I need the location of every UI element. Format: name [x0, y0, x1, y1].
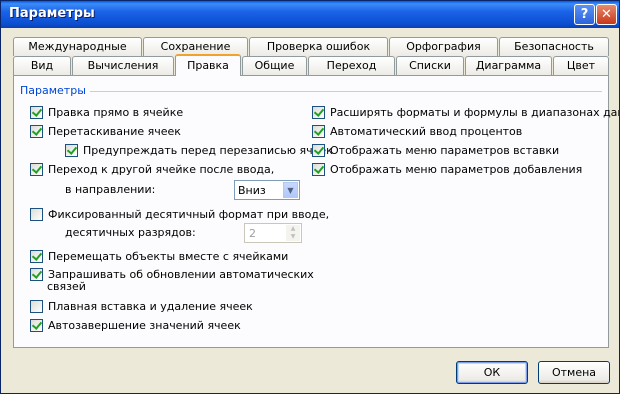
tab-color[interactable]: Цвет [553, 56, 609, 75]
tab-error-checking[interactable]: Проверка ошибок [249, 37, 388, 56]
extend-formats-label: Расширять форматы и формулы в диапазонах… [330, 105, 620, 119]
fixed-decimal-label: Фиксированный десятичный формат при ввод… [48, 207, 330, 221]
paste-options-menu-checkbox[interactable] [312, 143, 325, 157]
drag-and-drop-option[interactable]: Перетаскивание ячеек [30, 124, 181, 138]
spinner-arrows-icon[interactable]: ▲ ▼ [286, 225, 300, 241]
insert-options-menu-option[interactable]: Отображать меню параметров добавления [312, 162, 582, 176]
window-title: Параметры [9, 6, 95, 21]
cut-copy-sort-objects-option[interactable]: Перемещать объекты вместе с ячейками [30, 249, 288, 263]
tab-general[interactable]: Общие [242, 56, 307, 75]
decimal-places-spinner[interactable]: 2 ▲ ▼ [244, 223, 302, 243]
paste-options-menu-label: Отображать меню параметров вставки [330, 143, 560, 157]
tab-calculation[interactable]: Вычисления [72, 56, 174, 75]
fixed-decimal-checkbox[interactable] [30, 207, 43, 221]
ask-update-links-label: Запрашивать об обновлении автоматических [48, 267, 314, 281]
direction-value: Вниз [238, 184, 266, 197]
direction-select[interactable]: Вниз ▼ [234, 180, 300, 200]
ask-update-links-checkbox[interactable] [30, 267, 43, 281]
alert-before-overwrite-checkbox[interactable] [65, 143, 78, 157]
edit-directly-in-cell-option[interactable]: Правка прямо в ячейке [30, 105, 183, 119]
group-label: Параметры [20, 84, 90, 97]
edit-directly-in-cell-checkbox[interactable] [30, 105, 43, 119]
tab-edit[interactable]: Правка [175, 54, 241, 76]
drag-and-drop-checkbox[interactable] [30, 124, 43, 138]
auto-percent-entry-checkbox[interactable] [312, 124, 325, 138]
tab-transition[interactable]: Переход [308, 56, 395, 75]
ask-update-links-option[interactable]: Запрашивать об обновлении автоматических [30, 267, 314, 281]
cut-copy-sort-objects-label: Перемещать объекты вместе с ячейками [48, 249, 289, 263]
direction-label: в направлении: [65, 183, 156, 196]
autocomplete-checkbox[interactable] [30, 318, 43, 332]
close-button[interactable]: ✕ [596, 4, 617, 25]
smooth-insert-delete-option[interactable]: Плавная вставка и удаление ячеек [30, 299, 253, 313]
edit-directly-in-cell-label: Правка прямо в ячейке [48, 105, 184, 119]
move-after-enter-option[interactable]: Переход к другой ячейке после ввода, [30, 162, 274, 176]
smooth-insert-delete-checkbox[interactable] [30, 299, 43, 313]
tab-custom-lists[interactable]: Списки [396, 56, 464, 75]
cut-copy-sort-objects-checkbox[interactable] [30, 249, 43, 263]
insert-options-menu-checkbox[interactable] [312, 162, 325, 176]
title-bar[interactable]: Параметры ? ✕ [1, 1, 619, 28]
group-divider [72, 91, 602, 92]
drag-and-drop-label: Перетаскивание ячеек [48, 124, 181, 138]
autocomplete-option[interactable]: Автозавершение значений ячеек [30, 318, 241, 332]
alert-before-overwrite-option[interactable]: Предупреждать перед перезаписью ячеек [65, 143, 333, 157]
extend-formats-checkbox[interactable] [312, 105, 325, 119]
move-after-enter-checkbox[interactable] [30, 162, 43, 176]
decimal-places-label: десятичных разрядов: [65, 226, 196, 239]
auto-percent-entry-label: Автоматический ввод процентов [330, 124, 523, 138]
decimal-places-value: 2 [249, 227, 256, 240]
tab-row-top: Международные Сохранение Проверка ошибок… [13, 37, 609, 56]
tab-spelling[interactable]: Орфография [389, 37, 498, 56]
tab-security[interactable]: Безопасность [499, 37, 609, 56]
tab-chart[interactable]: Диаграмма [465, 56, 552, 75]
tab-view[interactable]: Вид [13, 56, 71, 75]
cancel-button[interactable]: Отмена [538, 361, 610, 384]
tab-row-bottom: Вид Вычисления Правка Общие Переход Спис… [13, 54, 609, 76]
insert-options-menu-label: Отображать меню параметров добавления [330, 162, 583, 176]
options-dialog: Параметры ? ✕ Международные Сохранение П… [0, 0, 620, 394]
smooth-insert-delete-label: Плавная вставка и удаление ячеек [48, 299, 253, 313]
ask-update-links-label-line2: связей [47, 280, 86, 293]
alert-before-overwrite-label: Предупреждать перед перезаписью ячеек [83, 143, 333, 157]
fixed-decimal-option[interactable]: Фиксированный десятичный формат при ввод… [30, 207, 329, 221]
move-after-enter-label: Переход к другой ячейке после ввода, [48, 162, 275, 176]
autocomplete-label: Автозавершение значений ячеек [48, 318, 241, 332]
chevron-down-icon[interactable]: ▼ [283, 182, 298, 198]
ok-button[interactable]: ОК [456, 361, 528, 384]
tab-international[interactable]: Международные [13, 37, 142, 56]
paste-options-menu-option[interactable]: Отображать меню параметров вставки [312, 143, 559, 157]
extend-formats-option[interactable]: Расширять форматы и формулы в диапазонах… [312, 105, 620, 119]
auto-percent-entry-option[interactable]: Автоматический ввод процентов [312, 124, 522, 138]
help-button[interactable]: ? [574, 4, 595, 25]
